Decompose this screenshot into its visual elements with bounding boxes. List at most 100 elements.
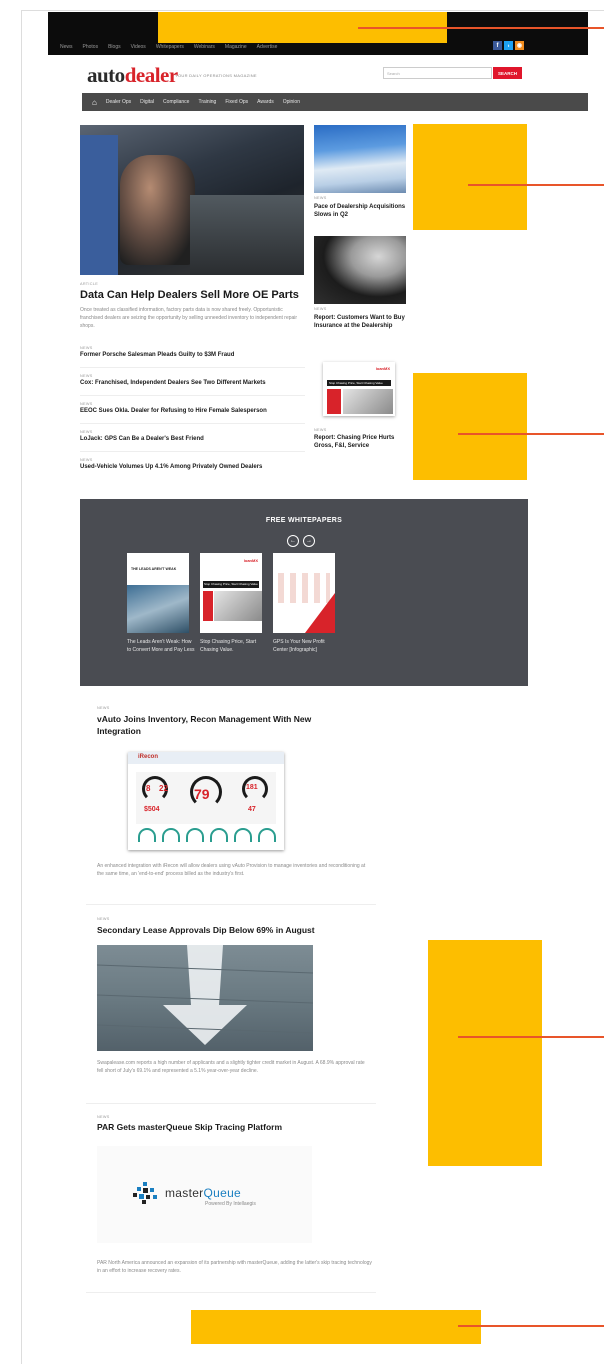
article-title[interactable]: PAR Gets masterQueue Skip Tracing Platfo… xyxy=(97,1121,357,1133)
dashboard-metric: $504 xyxy=(144,806,160,813)
main-nav-item[interactable]: Opinion xyxy=(283,99,300,105)
hero-image-mechanic xyxy=(120,155,195,265)
list-item[interactable]: NEWS Former Porsche Salesman Pleads Guil… xyxy=(80,346,305,358)
dashboard-metric: 8 xyxy=(146,784,151,793)
list-item-label: NEWS xyxy=(80,430,93,434)
ad-callout-line xyxy=(458,1036,604,1038)
cover-red-band xyxy=(327,389,341,414)
irecon-dashboard-image[interactable]: iRecon 8 22 79 181 $504 47 xyxy=(128,752,284,850)
ad-callout-line xyxy=(458,433,604,435)
list-item-label: NEWS xyxy=(80,346,93,350)
main-nav-item[interactable]: Digital xyxy=(140,99,154,105)
list-item-title[interactable]: Cox: Franchised, Independent Dealers See… xyxy=(80,380,305,386)
article-label: NEWS xyxy=(97,1115,110,1119)
ad-callout-line xyxy=(468,184,604,186)
hero-image-engine xyxy=(190,195,304,275)
list-item-title[interactable]: Used-Vehicle Volumes Up 4.1% Among Priva… xyxy=(80,464,305,470)
main-nav-item[interactable]: Training xyxy=(198,99,216,105)
top-nav-item[interactable]: Blogs xyxy=(108,44,121,50)
arrow-left-icon[interactable]: ← xyxy=(287,535,299,547)
hero-label: ARTICLE xyxy=(80,282,99,286)
divider xyxy=(80,451,305,452)
main-nav-item[interactable]: Compliance xyxy=(163,99,189,105)
whitepaper-card[interactable] xyxy=(273,553,335,633)
top-nav-item[interactable]: Videos xyxy=(131,44,146,50)
gauge-icon xyxy=(138,828,156,842)
airbag-image[interactable] xyxy=(314,236,406,304)
logo-part-auto: auto xyxy=(87,63,125,87)
top-nav-item[interactable]: Advertise xyxy=(257,44,278,50)
list-item-title[interactable]: Former Porsche Salesman Pleads Guilty to… xyxy=(80,352,305,358)
right-item-title[interactable]: Report: Customers Want to Buy Insurance … xyxy=(314,314,409,330)
list-item[interactable]: NEWS EEOC Sues Okla. Dealer for Refusing… xyxy=(80,402,305,414)
top-nav-item[interactable]: Whitepapers xyxy=(156,44,184,50)
masterqueue-subtitle: Powered By Intellaegis xyxy=(205,1201,256,1207)
card-image xyxy=(214,591,262,621)
right-item-title[interactable]: Pace of Dealership Acquisitions Slows in… xyxy=(314,203,409,219)
whitepaper-caption[interactable]: GPS Is Your New Profit Center [Infograph… xyxy=(273,639,341,654)
article-description: PAR North America announced an expansion… xyxy=(97,1260,372,1274)
article-description: Swapalease.com reports a high number of … xyxy=(97,1060,365,1074)
hero-description: Once treated as classified information, … xyxy=(80,307,298,329)
sky-image[interactable] xyxy=(314,125,406,193)
social-links: f t ◉ xyxy=(493,41,524,50)
twitter-icon[interactable]: t xyxy=(504,41,513,50)
arrow-graphic xyxy=(97,945,313,1045)
card-brand: loanMX xyxy=(243,558,258,563)
whitepaper-card[interactable]: loanMX Stop Chasing Price, Start Chasing… xyxy=(200,553,262,633)
list-item[interactable]: NEWS Cox: Franchised, Independent Dealer… xyxy=(80,374,305,386)
list-item-title[interactable]: EEOC Sues Okla. Dealer for Refusing to H… xyxy=(80,408,305,414)
right-item-title[interactable]: Report: Chasing Price Hurts Gross, F&I, … xyxy=(314,434,409,450)
list-item-title[interactable]: LoJack: GPS Can Be a Dealer's Best Frien… xyxy=(80,436,305,442)
arrow-road-image[interactable] xyxy=(97,945,313,1051)
arrow-right-icon[interactable]: → xyxy=(303,535,315,547)
ad-placeholder-sidebar-2 xyxy=(413,373,527,480)
dashboard-metric: 22 xyxy=(159,784,168,793)
top-nav-item[interactable]: Magazine xyxy=(225,44,247,50)
masterqueue-name: masterQueue xyxy=(165,1186,241,1200)
pixel-mark-icon xyxy=(133,1182,157,1204)
main-nav-item[interactable]: Fixed Ops xyxy=(225,99,248,105)
top-nav-item[interactable]: News xyxy=(60,44,73,50)
article-title[interactable]: vAuto Joins Inventory, Recon Management … xyxy=(97,713,337,737)
whitepaper-card[interactable]: THE LEADS AREN'T WEAK xyxy=(127,553,189,633)
divider xyxy=(80,395,305,396)
card-red-band xyxy=(203,591,213,621)
facebook-icon[interactable]: f xyxy=(493,41,502,50)
list-item[interactable]: NEWS Used-Vehicle Volumes Up 4.1% Among … xyxy=(80,458,305,470)
masterqueue-image[interactable]: masterQueue Powered By Intellaegis xyxy=(97,1146,312,1243)
dashboard-metric: 181 xyxy=(246,784,258,791)
main-nav-item[interactable]: Awards xyxy=(257,99,274,105)
card-title: Stop Chasing Price, Start Chasing Value xyxy=(203,581,259,588)
main-nav-item[interactable]: Dealer Ops xyxy=(106,99,131,105)
top-nav-item[interactable]: Photos xyxy=(83,44,99,50)
whitepaper-cover-image[interactable]: loanMX Stop Chasing Price, Start Chasing… xyxy=(323,362,395,416)
hero-image[interactable] xyxy=(80,125,304,275)
whitepaper-caption[interactable]: Stop Chasing Price, Start Chasing Value. xyxy=(200,639,268,654)
hero-title[interactable]: Data Can Help Dealers Sell More OE Parts xyxy=(80,289,299,301)
list-item-label: NEWS xyxy=(80,374,93,378)
dashboard-metric: 79 xyxy=(194,786,210,802)
main-nav: ⌂ Dealer Ops Digital Compliance Training… xyxy=(82,93,588,111)
article-label: NEWS xyxy=(97,917,110,921)
rss-icon[interactable]: ◉ xyxy=(515,41,524,50)
list-item[interactable]: NEWS LoJack: GPS Can Be a Dealer's Best … xyxy=(80,430,305,442)
search-button[interactable]: SEARCH xyxy=(493,67,522,79)
cover-title: Stop Chasing Price, Start Chasing Value xyxy=(327,380,391,386)
gauge-icon xyxy=(162,828,180,842)
home-icon[interactable]: ⌂ xyxy=(92,98,97,107)
cover-wheel-image xyxy=(343,389,393,414)
whitepaper-caption[interactable]: The Leads Aren't Weak: How to Convert Mo… xyxy=(127,639,195,654)
dashboard-brand: iRecon xyxy=(138,754,159,760)
top-nav-item[interactable]: Webinars xyxy=(194,44,215,50)
site-tagline: YOUR DAILY OPERATIONS MAGAZINE xyxy=(175,73,257,78)
top-nav: News Photos Blogs Videos Whitepapers Web… xyxy=(60,44,277,50)
search-input[interactable]: Search xyxy=(383,67,492,79)
site-logo[interactable]: autodealer xyxy=(87,63,178,88)
dashboard-metric: 47 xyxy=(248,806,256,813)
masterqueue-name-b: Queue xyxy=(203,1186,242,1200)
article-title[interactable]: Secondary Lease Approvals Dip Below 69% … xyxy=(97,924,357,936)
card-image xyxy=(127,585,189,633)
divider xyxy=(86,1103,376,1104)
divider xyxy=(86,1292,376,1293)
